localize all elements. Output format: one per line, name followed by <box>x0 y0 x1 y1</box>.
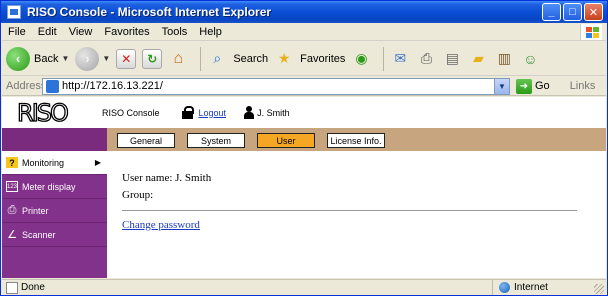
resize-grip[interactable] <box>594 284 604 294</box>
folder-icon[interactable]: ▰ <box>468 49 488 69</box>
address-bar: Address http://172.16.13.221/ ▼ ➜ Go Lin… <box>2 77 606 96</box>
mail-icon[interactable]: ✉ <box>390 49 410 69</box>
favorites-label: Favorites <box>300 52 346 65</box>
go-button[interactable]: ➜ Go <box>516 78 550 94</box>
favorites-star-icon: ★ <box>277 50 291 66</box>
ie-window-icon <box>7 5 21 19</box>
go-arrow-icon: ➜ <box>516 78 532 94</box>
tab-general[interactable]: General <box>117 133 175 148</box>
zone-label: Internet <box>514 282 548 293</box>
header-user-name: J. Smith <box>257 107 290 118</box>
sidebar-item-meter-display[interactable]: 123 Meter display <box>2 175 107 199</box>
scanner-icon: ∠ <box>7 229 17 241</box>
favorites-button[interactable]: ★ Favorites <box>274 49 346 69</box>
search-label: Search <box>233 52 269 65</box>
user-icon <box>244 106 255 119</box>
back-label: Back <box>34 52 59 65</box>
address-url[interactable]: http://172.16.13.221/ <box>62 80 163 92</box>
search-icon: ⌕ <box>213 50 222 66</box>
print-icon[interactable]: ⎙ <box>416 49 436 69</box>
menu-bar: File Edit View Favorites Tools Help <box>2 23 606 41</box>
research-icon[interactable]: ▥ <box>494 49 514 69</box>
window-title: RISO Console - Microsoft Internet Explor… <box>27 5 272 19</box>
toolbar-separator <box>383 46 385 71</box>
home-icon[interactable]: ⌂ <box>168 49 188 69</box>
printer-icon: ⎙ <box>7 204 17 216</box>
window-controls: _ □ ✕ <box>542 3 603 21</box>
divider <box>122 210 577 211</box>
tab-system[interactable]: System <box>187 133 245 148</box>
refresh-icon[interactable]: ↻ <box>142 48 163 69</box>
toolbar: ‹ Back ▼ › ▼ ✕ ↻ ⌂ ⌕ Search ★ Favorites … <box>2 42 606 76</box>
edit-icon[interactable]: ▤ <box>442 49 462 69</box>
sidebar-item-label: Printer <box>22 205 49 216</box>
tab-strip-right: General System User License Info. <box>107 128 606 151</box>
user-name-line: User name: J. Smith <box>122 172 212 184</box>
forward-button[interactable]: › ▼ <box>75 46 110 71</box>
status-bar: Done Internet <box>2 279 606 295</box>
back-dropdown-icon[interactable]: ▼ <box>61 54 69 63</box>
security-zone: Internet <box>492 280 548 295</box>
menu-file[interactable]: File <box>2 26 32 38</box>
sidebar-item-label: Meter display <box>22 181 76 192</box>
logout-link[interactable]: Logout <box>199 108 227 118</box>
change-password-link[interactable]: Change password <box>122 219 200 231</box>
tab-license-info[interactable]: License Info. <box>327 133 385 148</box>
sidebar-item-label: Scanner <box>22 229 56 240</box>
sidebar-item-monitoring[interactable]: ? Monitoring ▶ <box>2 151 107 175</box>
riso-header: RISO RISO Console Logout J. Smith <box>2 97 606 128</box>
group-line: Group: <box>122 189 154 201</box>
back-button[interactable]: ‹ Back ▼ <box>6 46 69 71</box>
forward-arrow-icon: › <box>75 46 100 71</box>
menu-edit[interactable]: Edit <box>32 26 63 38</box>
page-done-icon <box>6 281 18 294</box>
lock-icon <box>181 106 194 119</box>
page-content: RISO RISO Console Logout J. Smith Genera… <box>2 97 606 278</box>
messenger-icon[interactable]: ☺ <box>520 49 540 69</box>
tab-strip-left <box>2 128 107 151</box>
links-button[interactable]: Links <box>570 80 596 92</box>
sidebar-item-scanner[interactable]: ∠ Scanner <box>2 223 107 247</box>
windows-logo-icon <box>580 24 602 40</box>
tab-user[interactable]: User <box>257 133 315 148</box>
forward-dropdown-icon[interactable]: ▼ <box>102 54 110 63</box>
tab-strip: General System User License Info. <box>2 128 606 151</box>
meter-icon: 123 <box>6 181 18 192</box>
search-button[interactable]: ⌕ Search <box>207 49 268 69</box>
address-label: Address <box>6 80 47 92</box>
go-label: Go <box>535 80 550 92</box>
status-text: Done <box>21 282 45 293</box>
console-label: RISO Console <box>102 107 160 118</box>
menu-help[interactable]: Help <box>193 26 228 38</box>
menu-tools[interactable]: Tools <box>156 26 194 38</box>
sidebar-item-label: Monitoring <box>22 157 65 168</box>
stop-icon[interactable]: ✕ <box>116 48 137 69</box>
back-arrow-icon: ‹ <box>6 46 30 71</box>
media-icon[interactable]: ◉ <box>351 49 371 69</box>
browser-window: RISO Console - Microsoft Internet Explor… <box>0 0 608 296</box>
main-panel: User name: J. Smith Group: Change passwo… <box>107 151 606 278</box>
menu-favorites[interactable]: Favorites <box>98 26 155 38</box>
riso-logo: RISO <box>16 98 69 127</box>
monitoring-icon: ? <box>6 157 18 168</box>
title-bar[interactable]: RISO Console - Microsoft Internet Explor… <box>1 1 607 23</box>
sidebar: ? Monitoring ▶ 123 Meter display ⎙ Print… <box>2 151 107 278</box>
chevron-right-icon: ▶ <box>94 158 101 167</box>
globe-icon <box>499 282 510 293</box>
minimize-button[interactable]: _ <box>542 3 561 21</box>
close-button[interactable]: ✕ <box>584 3 603 21</box>
toolbar-separator <box>200 46 202 71</box>
sidebar-item-printer[interactable]: ⎙ Printer <box>2 199 107 223</box>
maximize-button[interactable]: □ <box>563 3 582 21</box>
menu-view[interactable]: View <box>63 26 99 38</box>
address-input[interactable]: http://172.16.13.221/ ▼ <box>42 77 510 95</box>
address-dropdown-icon[interactable]: ▼ <box>494 78 509 94</box>
page-icon <box>46 79 59 93</box>
